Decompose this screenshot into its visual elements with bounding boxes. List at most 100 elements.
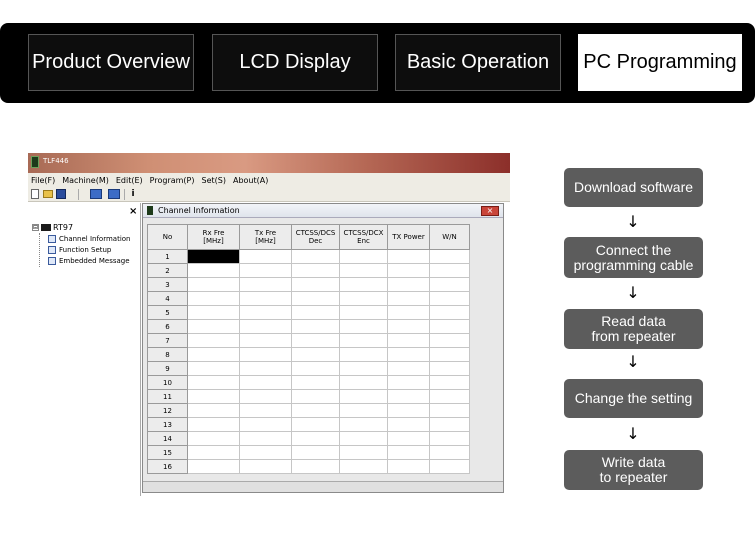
table-cell[interactable] [387, 347, 430, 362]
table-cell[interactable] [239, 445, 292, 460]
table-cell[interactable] [429, 291, 470, 306]
table-cell[interactable] [387, 459, 430, 474]
table-cell[interactable] [187, 319, 240, 334]
table-cell[interactable] [339, 291, 388, 306]
table-cell[interactable] [387, 263, 430, 278]
table-cell[interactable] [291, 459, 340, 474]
row-number[interactable]: 3 [147, 277, 188, 292]
table-cell[interactable] [291, 263, 340, 278]
table-cell[interactable] [239, 305, 292, 320]
table-cell[interactable] [239, 249, 292, 264]
table-cell[interactable] [291, 333, 340, 348]
table-cell[interactable] [291, 375, 340, 390]
table-cell[interactable] [187, 291, 240, 306]
table-cell[interactable] [239, 291, 292, 306]
new-file-icon[interactable] [31, 189, 39, 199]
table-cell[interactable] [339, 431, 388, 446]
table-cell[interactable] [429, 375, 470, 390]
close-icon[interactable]: × [481, 206, 499, 216]
column-header[interactable]: CTCSS/DCS Dec [291, 224, 340, 250]
table-cell[interactable] [239, 263, 292, 278]
table-cell[interactable] [387, 417, 430, 432]
table-cell[interactable] [187, 361, 240, 376]
horizontal-scrollbar[interactable] [143, 481, 503, 492]
table-cell[interactable] [239, 375, 292, 390]
table-cell[interactable] [291, 305, 340, 320]
table-cell[interactable] [339, 333, 388, 348]
table-cell[interactable] [429, 445, 470, 460]
table-cell[interactable] [291, 319, 340, 334]
tab-product-overview[interactable]: Product Overview [28, 34, 194, 91]
table-cell[interactable] [387, 333, 430, 348]
table-cell[interactable] [187, 333, 240, 348]
tab-basic-operation[interactable]: Basic Operation [395, 34, 561, 91]
table-cell[interactable] [239, 347, 292, 362]
table-cell[interactable] [187, 263, 240, 278]
row-number[interactable]: 10 [147, 375, 188, 390]
table-cell[interactable] [291, 249, 340, 264]
table-cell[interactable] [387, 431, 430, 446]
table-cell[interactable] [387, 361, 430, 376]
table-cell[interactable] [291, 361, 340, 376]
row-number[interactable]: 11 [147, 389, 188, 404]
table-cell[interactable] [291, 445, 340, 460]
table-cell[interactable] [291, 417, 340, 432]
row-number[interactable]: 4 [147, 291, 188, 306]
table-cell[interactable] [187, 375, 240, 390]
table-cell[interactable] [239, 319, 292, 334]
tree-item-embedded-message[interactable]: Embedded Message [48, 257, 130, 265]
table-cell[interactable] [429, 347, 470, 362]
row-number[interactable]: 8 [147, 347, 188, 362]
table-cell[interactable] [429, 277, 470, 292]
table-cell[interactable] [239, 403, 292, 418]
table-cell[interactable] [291, 347, 340, 362]
table-cell[interactable] [429, 333, 470, 348]
table-cell[interactable] [339, 249, 388, 264]
table-cell[interactable] [187, 445, 240, 460]
table-cell[interactable] [339, 445, 388, 460]
row-number[interactable]: 1 [147, 249, 188, 264]
table-cell[interactable] [429, 319, 470, 334]
row-number[interactable]: 5 [147, 305, 188, 320]
table-cell[interactable] [187, 277, 240, 292]
info-icon[interactable]: i [128, 189, 138, 199]
row-number[interactable]: 7 [147, 333, 188, 348]
table-cell[interactable] [339, 375, 388, 390]
save-icon[interactable] [56, 189, 66, 199]
table-cell[interactable] [387, 291, 430, 306]
table-cell[interactable] [239, 431, 292, 446]
table-cell[interactable] [291, 291, 340, 306]
table-cell[interactable] [387, 319, 430, 334]
table-cell[interactable] [339, 403, 388, 418]
row-number[interactable]: 12 [147, 403, 188, 418]
table-cell[interactable] [387, 375, 430, 390]
column-header[interactable]: CTCSS/DCX Enc [339, 224, 388, 250]
row-number[interactable]: 16 [147, 459, 188, 474]
table-cell[interactable] [187, 431, 240, 446]
table-cell[interactable] [429, 263, 470, 278]
table-cell[interactable] [291, 277, 340, 292]
table-cell[interactable] [239, 417, 292, 432]
table-cell[interactable] [429, 431, 470, 446]
table-cell[interactable] [339, 389, 388, 404]
table-cell[interactable] [187, 305, 240, 320]
table-cell[interactable] [387, 305, 430, 320]
table-cell[interactable] [387, 389, 430, 404]
tree-item-channel-information[interactable]: Channel Information [48, 235, 130, 243]
table-cell[interactable] [387, 277, 430, 292]
column-header[interactable]: TX Power [387, 224, 430, 250]
table-cell[interactable] [387, 249, 430, 264]
table-cell[interactable] [339, 417, 388, 432]
open-folder-icon[interactable] [43, 190, 53, 198]
table-cell[interactable] [429, 249, 470, 264]
table-cell[interactable] [291, 431, 340, 446]
table-cell[interactable] [387, 445, 430, 460]
menu-program[interactable]: Program(P) [150, 176, 195, 185]
table-cell[interactable] [187, 389, 240, 404]
table-cell[interactable] [339, 277, 388, 292]
table-cell[interactable] [291, 389, 340, 404]
table-cell[interactable] [239, 361, 292, 376]
table-cell[interactable] [187, 417, 240, 432]
table-cell[interactable] [339, 361, 388, 376]
table-cell[interactable] [239, 459, 292, 474]
